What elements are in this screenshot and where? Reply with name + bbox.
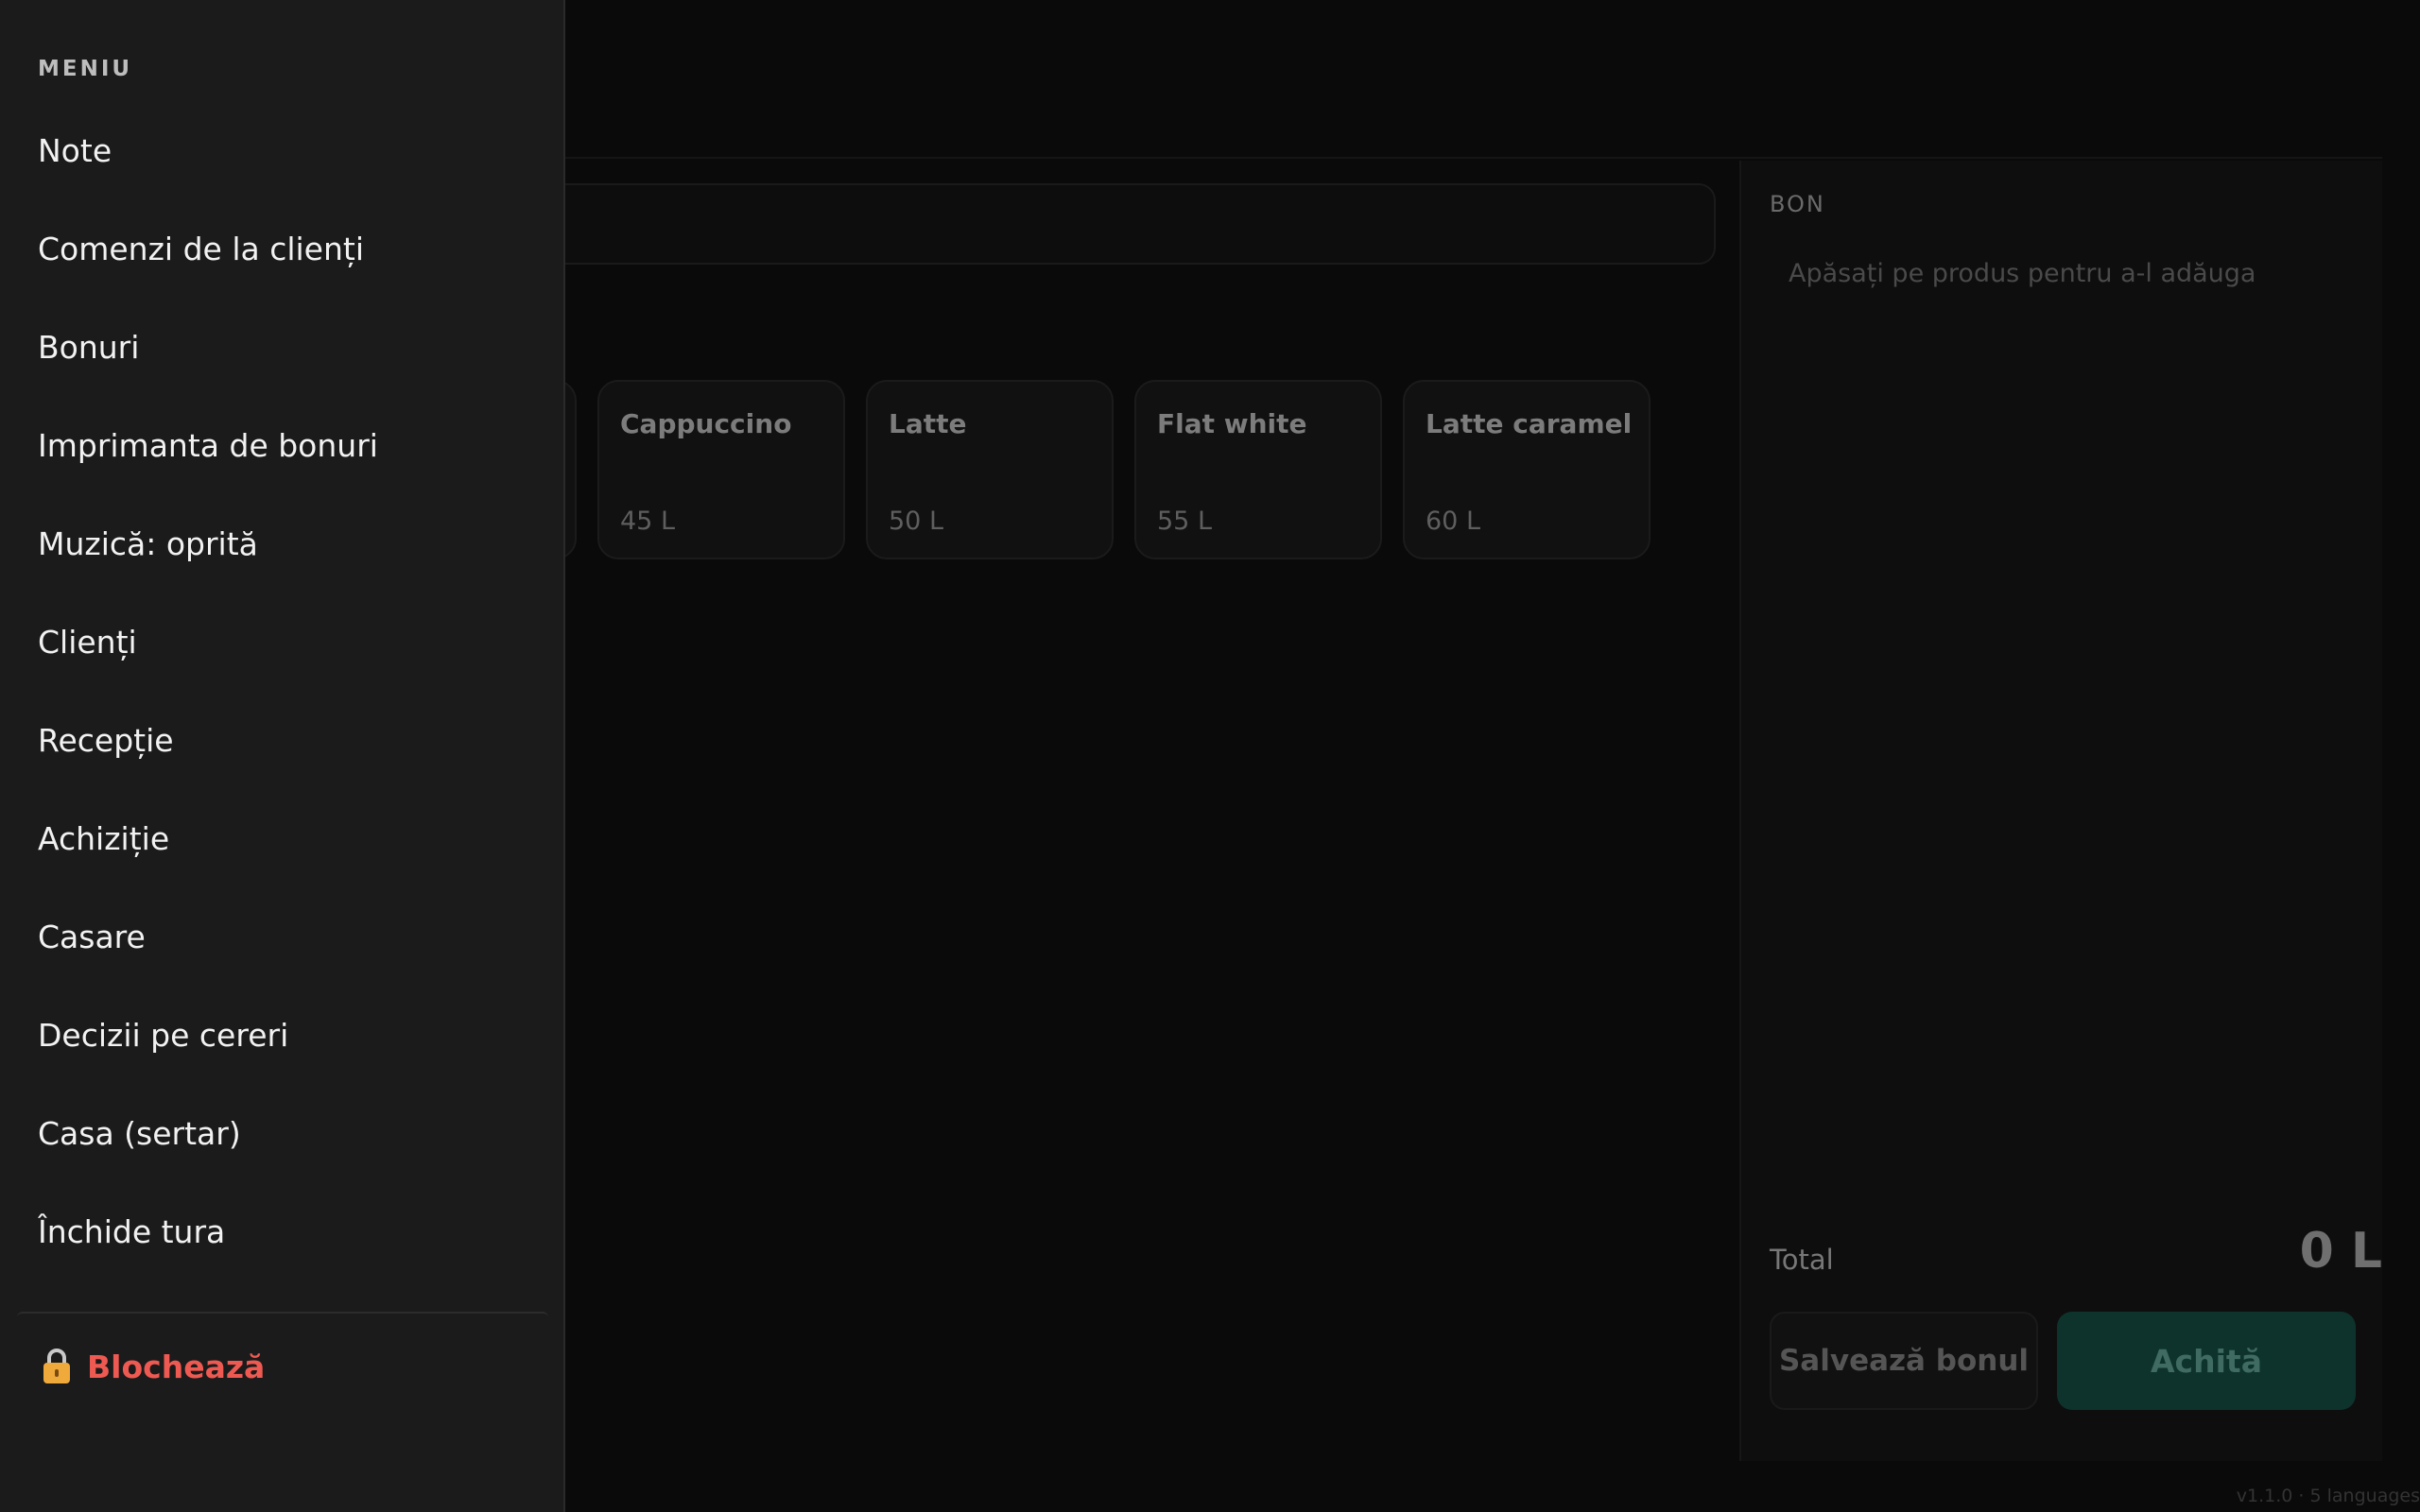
- product-card[interactable]: Cappuccino 45 L: [597, 380, 845, 559]
- product-card[interactable]: Latte caramel 60 L: [1403, 380, 1651, 559]
- product-price: 55 L: [1157, 507, 1212, 536]
- lock-button[interactable]: Blochează: [42, 1342, 265, 1391]
- version-label: v1.1.0 · 5 languages: [2236, 1486, 2420, 1506]
- lock-icon: [42, 1348, 72, 1385]
- product-name: Latte caramel: [1426, 408, 1633, 439]
- menu-item-customers[interactable]: Clienți: [0, 609, 563, 707]
- product-name: Latte: [889, 408, 967, 439]
- menu-divider: [17, 1312, 548, 1317]
- pos-app: Cappuccino 45 L Latte 50 L Flat white 55…: [0, 0, 2420, 1512]
- product-price: 60 L: [1426, 507, 1480, 536]
- menu-item-request-decisions[interactable]: Decizii pe cereri: [0, 1002, 563, 1100]
- pay-button[interactable]: Achită: [2057, 1312, 2356, 1410]
- receipt-panel: BON Apăsați pe produs pentru a-l adăuga …: [1739, 161, 2382, 1461]
- menu-item-receipt-printer[interactable]: Imprimanta de bonuri: [0, 412, 563, 510]
- menu-item-note[interactable]: Note: [0, 117, 563, 215]
- total-value: 0 L: [2299, 1223, 2382, 1280]
- lock-label: Blochează: [87, 1348, 266, 1385]
- menu-item-customer-orders[interactable]: Comenzi de la clienți: [0, 215, 563, 314]
- product-card[interactable]: Flat white 55 L: [1134, 380, 1382, 559]
- save-receipt-button[interactable]: Salvează bonul: [1770, 1312, 2038, 1410]
- menu-heading: MENIU: [38, 57, 133, 81]
- product-name: Cappuccino: [620, 408, 792, 439]
- side-menu-drawer: MENIU Note Comenzi de la clienți Bonuri …: [0, 0, 565, 1512]
- menu-list: Note Comenzi de la clienți Bonuri Imprim…: [0, 117, 563, 1297]
- menu-item-close-shift[interactable]: Închide tura: [0, 1198, 563, 1297]
- product-card[interactable]: Latte 50 L: [866, 380, 1114, 559]
- product-search-box[interactable]: [492, 183, 1716, 265]
- product-price: 45 L: [620, 507, 675, 536]
- menu-item-purchase[interactable]: Achiziție: [0, 805, 563, 903]
- menu-item-receipts[interactable]: Bonuri: [0, 314, 563, 412]
- menu-item-write-off[interactable]: Casare: [0, 903, 563, 1002]
- menu-item-cash-drawer[interactable]: Casa (sertar): [0, 1100, 563, 1198]
- product-name: Flat white: [1157, 408, 1307, 439]
- receipt-title: BON: [1770, 191, 1825, 217]
- menu-item-music[interactable]: Muzică: oprită: [0, 510, 563, 609]
- menu-item-reception[interactable]: Recepție: [0, 707, 563, 805]
- product-price: 50 L: [889, 507, 943, 536]
- receipt-empty-hint: Apăsați pe produs pentru a-l adăuga: [1789, 259, 2256, 288]
- total-label: Total: [1770, 1244, 1834, 1276]
